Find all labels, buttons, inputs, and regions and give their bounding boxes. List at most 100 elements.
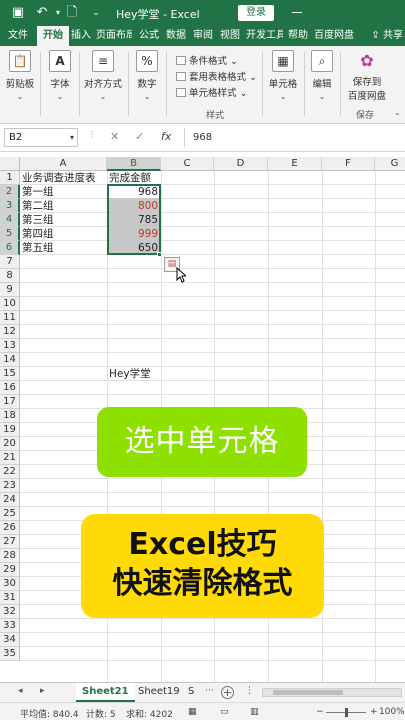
cells-button[interactable]: ▦ 单元格 ⌄	[266, 50, 300, 101]
add-sheet-icon[interactable]: +	[221, 686, 234, 699]
tab-review[interactable]: 审阅	[193, 26, 213, 46]
cell-b1[interactable]: 完成金额	[109, 171, 151, 185]
cell-a6[interactable]: 第五组	[22, 241, 54, 255]
minimize-icon[interactable]	[292, 12, 302, 13]
cell-a4[interactable]: 第三组	[22, 213, 54, 227]
sheet-tab-partial[interactable]: S	[186, 683, 196, 702]
row-header-5[interactable]: 5	[0, 227, 20, 241]
sheet-tab-sheet19[interactable]: Sheet19	[132, 683, 186, 702]
conditional-formatting-button[interactable]: 条件格式 ⌄	[176, 53, 238, 67]
row-header-35[interactable]: 35	[0, 647, 20, 661]
new-file-icon[interactable]: 🗋	[64, 5, 80, 21]
row-header-10[interactable]: 10	[0, 297, 20, 311]
column-header-c[interactable]: C	[161, 157, 214, 171]
undo-icon[interactable]: ↶	[34, 5, 50, 21]
tab-home[interactable]: 开始	[37, 26, 69, 46]
row-header-15[interactable]: 15	[0, 367, 20, 381]
row-header-24[interactable]: 24	[0, 493, 20, 507]
row-header-3[interactable]: 3	[0, 199, 20, 213]
row-header-9[interactable]: 9	[0, 283, 20, 297]
more-options-icon[interactable]: ⋮	[245, 686, 254, 696]
zoom-in-icon[interactable]: +	[370, 707, 378, 717]
page-layout-view-icon[interactable]: ▭	[220, 707, 229, 717]
row-header-4[interactable]: 4	[0, 213, 20, 227]
format-as-table-button[interactable]: 套用表格格式 ⌄	[176, 69, 257, 83]
row-header-7[interactable]: 7	[0, 255, 20, 269]
clipboard-button[interactable]: 📋 剪贴板 ⌄	[4, 50, 36, 101]
select-all-corner[interactable]	[0, 157, 20, 171]
zoom-out-icon[interactable]: −	[316, 707, 324, 717]
scroll-left-icon[interactable]: ◂	[18, 686, 23, 696]
cell-a1[interactable]: 业务调查进度表	[22, 171, 96, 185]
row-header-33[interactable]: 33	[0, 619, 20, 633]
zoom-slider-knob[interactable]	[345, 708, 348, 717]
scrollbar-thumb[interactable]	[273, 690, 343, 695]
customize-toolbar-icon[interactable]: ⌄	[88, 5, 104, 21]
row-header-16[interactable]: 16	[0, 381, 20, 395]
row-header-25[interactable]: 25	[0, 507, 20, 521]
row-header-17[interactable]: 17	[0, 395, 20, 409]
name-box[interactable]: B2 ▾	[4, 128, 78, 147]
editing-button[interactable]: ⌕ 编辑 ⌄	[308, 50, 336, 101]
column-header-d[interactable]: D	[214, 157, 268, 171]
tab-baidu-netdisk[interactable]: 百度网盘	[314, 26, 354, 46]
row-header-8[interactable]: 8	[0, 269, 20, 283]
row-header-30[interactable]: 30	[0, 577, 20, 591]
row-header-20[interactable]: 20	[0, 437, 20, 451]
cell-a2[interactable]: 第一组	[22, 185, 54, 199]
tab-help[interactable]: 帮助	[288, 26, 308, 46]
font-button[interactable]: A 字体 ⌄	[44, 50, 76, 101]
cell-a5[interactable]: 第四组	[22, 227, 54, 241]
page-break-view-icon[interactable]: ▥	[250, 707, 259, 717]
chevron-down-icon[interactable]: ▾	[70, 129, 74, 146]
column-header-e[interactable]: E	[268, 157, 322, 171]
zoom-level[interactable]: 100%	[379, 707, 405, 717]
row-header-1[interactable]: 1	[0, 171, 20, 185]
row-header-22[interactable]: 22	[0, 465, 20, 479]
row-header-34[interactable]: 34	[0, 633, 20, 647]
row-header-26[interactable]: 26	[0, 521, 20, 535]
save-to-baidu-button[interactable]: ✿ 保存到 百度网盘	[346, 50, 388, 102]
row-header-11[interactable]: 11	[0, 311, 20, 325]
row-header-19[interactable]: 19	[0, 423, 20, 437]
insert-function-icon[interactable]: fx	[161, 130, 171, 143]
collapse-ribbon-icon[interactable]: ⌃	[394, 112, 401, 121]
enter-icon[interactable]: ✓	[135, 130, 144, 143]
cell-styles-button[interactable]: 单元格样式 ⌄	[176, 85, 248, 99]
tab-page-layout[interactable]: 页面布局	[96, 26, 132, 46]
tab-file[interactable]: 文件	[8, 26, 28, 46]
row-header-2[interactable]: 2	[0, 185, 20, 199]
cell-a3[interactable]: 第二组	[22, 199, 54, 213]
tab-insert[interactable]: 插入	[71, 26, 91, 46]
worksheet-grid[interactable]: A B C D E F G 业务调查进度表 完成金额 第一组 第二组 第三组 第…	[0, 157, 405, 682]
tab-data[interactable]: 数据	[166, 26, 186, 46]
row-header-13[interactable]: 13	[0, 339, 20, 353]
row-header-21[interactable]: 21	[0, 451, 20, 465]
scroll-right-icon[interactable]: ▸	[40, 686, 45, 696]
column-header-b[interactable]: B	[107, 157, 161, 171]
row-header-12[interactable]: 12	[0, 325, 20, 339]
cancel-icon[interactable]: ✕	[110, 130, 119, 143]
alignment-button[interactable]: ≡ 对齐方式 ⌄	[82, 50, 124, 101]
normal-view-icon[interactable]: ▦	[188, 707, 197, 717]
tab-view[interactable]: 视图	[220, 26, 240, 46]
row-header-27[interactable]: 27	[0, 535, 20, 549]
sheet-tab-sheet21[interactable]: Sheet21	[76, 683, 135, 702]
row-header-31[interactable]: 31	[0, 591, 20, 605]
column-header-g[interactable]: G	[375, 157, 405, 171]
tab-developer[interactable]: 开发工具	[246, 26, 283, 46]
formula-input[interactable]: 968	[184, 128, 403, 147]
tab-formulas[interactable]: 公式	[139, 26, 159, 46]
save-icon[interactable]: ▣	[10, 5, 26, 21]
login-button[interactable]: 登录	[238, 5, 274, 21]
row-header-32[interactable]: 32	[0, 605, 20, 619]
cell-b15[interactable]: Hey学堂	[109, 367, 151, 381]
column-header-f[interactable]: F	[322, 157, 375, 171]
horizontal-scrollbar[interactable]	[262, 688, 402, 697]
row-header-28[interactable]: 28	[0, 549, 20, 563]
row-header-14[interactable]: 14	[0, 353, 20, 367]
row-header-23[interactable]: 23	[0, 479, 20, 493]
row-header-29[interactable]: 29	[0, 563, 20, 577]
fill-handle[interactable]	[157, 252, 162, 257]
more-sheets-icon[interactable]: ⋯	[205, 686, 214, 696]
